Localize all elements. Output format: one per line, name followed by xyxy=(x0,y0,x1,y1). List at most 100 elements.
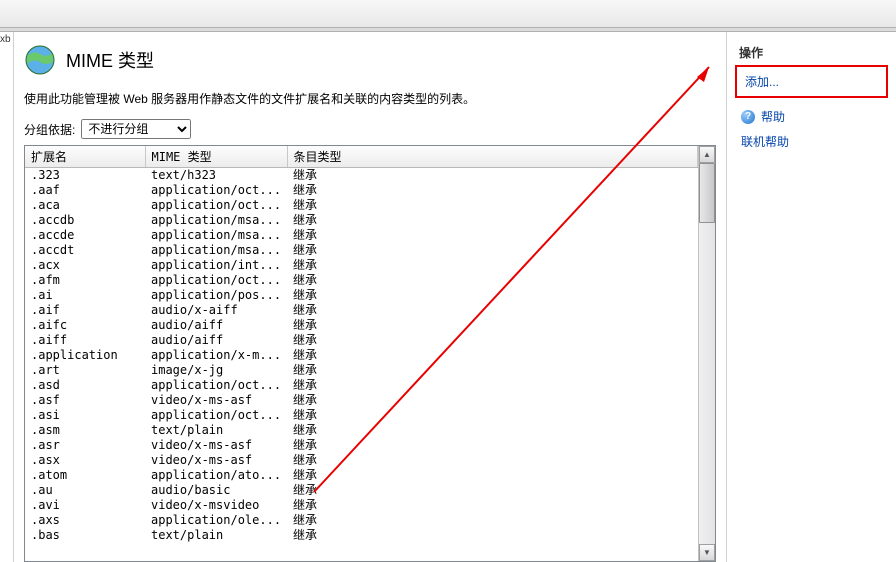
mime-table: 扩展名 MIME 类型 条目类型 .323text/h323继承.aafappl… xyxy=(25,146,698,543)
cell-mime: application/ole... xyxy=(145,513,287,528)
cell-mime: application/pos... xyxy=(145,288,287,303)
cell-mime: application/int... xyxy=(145,258,287,273)
col-extension[interactable]: 扩展名 xyxy=(25,146,145,168)
table-row[interactable]: .artimage/x-jg继承 xyxy=(25,363,698,378)
cell-mime: video/x-msvideo xyxy=(145,498,287,513)
cell-ext: .avi xyxy=(25,498,145,513)
cell-mime: video/x-ms-asf xyxy=(145,453,287,468)
scroll-thumb[interactable] xyxy=(699,163,715,223)
add-action[interactable]: 添加... xyxy=(735,65,888,98)
grouping-select[interactable]: 不进行分组 xyxy=(81,119,191,139)
cell-mime: text/plain xyxy=(145,423,287,438)
cell-entry: 继承 xyxy=(287,303,697,318)
window-topbar xyxy=(0,0,896,28)
cell-ext: .asx xyxy=(25,453,145,468)
table-row[interactable]: .asdapplication/oct...继承 xyxy=(25,378,698,393)
cell-ext: .asf xyxy=(25,393,145,408)
table-row[interactable]: .axsapplication/ole...继承 xyxy=(25,513,698,528)
cell-mime: audio/x-aiff xyxy=(145,303,287,318)
cell-entry: 继承 xyxy=(287,183,697,198)
table-row[interactable]: .asmtext/plain继承 xyxy=(25,423,698,438)
cell-ext: .acx xyxy=(25,258,145,273)
table-row[interactable]: .asiapplication/oct...继承 xyxy=(25,408,698,423)
cell-entry: 继承 xyxy=(287,288,697,303)
table-row[interactable]: .aiapplication/pos...继承 xyxy=(25,288,698,303)
cell-mime: video/x-ms-asf xyxy=(145,393,287,408)
cell-entry: 继承 xyxy=(287,228,697,243)
cell-ext: .asm xyxy=(25,423,145,438)
table-row[interactable]: .acxapplication/int...继承 xyxy=(25,258,698,273)
cell-entry: 继承 xyxy=(287,348,697,363)
table-row[interactable]: .asxvideo/x-ms-asf继承 xyxy=(25,453,698,468)
actions-title: 操作 xyxy=(735,42,888,63)
cell-ext: .application xyxy=(25,348,145,363)
cell-ext: .aif xyxy=(25,303,145,318)
col-mime[interactable]: MIME 类型 xyxy=(145,146,287,168)
cell-mime: application/oct... xyxy=(145,273,287,288)
cell-mime: application/oct... xyxy=(145,198,287,213)
table-row[interactable]: .afmapplication/oct...继承 xyxy=(25,273,698,288)
table-row[interactable]: .asfvideo/x-ms-asf继承 xyxy=(25,393,698,408)
cell-mime: application/ato... xyxy=(145,468,287,483)
table-row[interactable]: .aifcaudio/aiff继承 xyxy=(25,318,698,333)
cell-mime: application/msa... xyxy=(145,213,287,228)
table-row[interactable]: .accdeapplication/msa...继承 xyxy=(25,228,698,243)
cell-mime: application/oct... xyxy=(145,378,287,393)
table-row[interactable]: .aifaudio/x-aiff继承 xyxy=(25,303,698,318)
cell-entry: 继承 xyxy=(287,213,697,228)
cell-entry: 继承 xyxy=(287,333,697,348)
scroll-track[interactable] xyxy=(699,223,715,544)
cell-mime: video/x-ms-asf xyxy=(145,438,287,453)
page-title: MIME 类型 xyxy=(66,47,154,73)
cell-entry: 继承 xyxy=(287,483,697,498)
table-row[interactable]: .atomapplication/ato...继承 xyxy=(25,468,698,483)
cell-ext: .aca xyxy=(25,198,145,213)
cell-ext: .asi xyxy=(25,408,145,423)
cell-ext: .afm xyxy=(25,273,145,288)
cell-mime: application/oct... xyxy=(145,408,287,423)
cell-mime: text/plain xyxy=(145,528,287,543)
cell-entry: 继承 xyxy=(287,198,697,213)
table-row[interactable]: .acaapplication/oct...继承 xyxy=(25,198,698,213)
table-row[interactable]: .aiffaudio/aiff继承 xyxy=(25,333,698,348)
main-pane: MIME 类型 使用此功能管理被 Web 服务器用作静态文件的文件扩展名和关联的… xyxy=(14,32,726,562)
table-row[interactable]: .auaudio/basic继承 xyxy=(25,483,698,498)
table-row[interactable]: .avivideo/x-msvideo继承 xyxy=(25,498,698,513)
cell-mime: audio/aiff xyxy=(145,333,287,348)
table-row[interactable]: .accdtapplication/msa...继承 xyxy=(25,243,698,258)
cell-ext: .asd xyxy=(25,378,145,393)
cell-ext: .accdb xyxy=(25,213,145,228)
cell-ext: .atom xyxy=(25,468,145,483)
scroll-up-icon[interactable]: ▲ xyxy=(699,146,715,163)
table-row[interactable]: .asrvideo/x-ms-asf继承 xyxy=(25,438,698,453)
scroll-down-icon[interactable]: ▼ xyxy=(699,544,715,561)
cell-mime: text/h323 xyxy=(145,168,287,184)
cell-ext: .art xyxy=(25,363,145,378)
cell-entry: 继承 xyxy=(287,363,697,378)
mime-table-container: 扩展名 MIME 类型 条目类型 .323text/h323继承.aafappl… xyxy=(24,145,716,562)
table-row[interactable]: .aafapplication/oct...继承 xyxy=(25,183,698,198)
cell-entry: 继承 xyxy=(287,393,697,408)
cell-mime: application/oct... xyxy=(145,183,287,198)
cell-entry: 继承 xyxy=(287,318,697,333)
page-description: 使用此功能管理被 Web 服务器用作静态文件的文件扩展名和关联的内容类型的列表。 xyxy=(24,90,716,107)
table-row[interactable]: .323text/h323继承 xyxy=(25,168,698,184)
cell-mime: application/x-m... xyxy=(145,348,287,363)
cell-ext: .ai xyxy=(25,288,145,303)
help-label: 帮助 xyxy=(761,108,785,125)
online-help-link[interactable]: 联机帮助 xyxy=(735,129,888,154)
col-entry-type[interactable]: 条目类型 xyxy=(287,146,697,168)
grouping-label: 分组依据: xyxy=(24,121,75,138)
actions-pane: 操作 添加... ? 帮助 联机帮助 xyxy=(726,32,896,562)
table-row[interactable]: .bastext/plain继承 xyxy=(25,528,698,543)
cell-entry: 继承 xyxy=(287,258,697,273)
table-row[interactable]: .accdbapplication/msa...继承 xyxy=(25,213,698,228)
cell-ext: .accdt xyxy=(25,243,145,258)
cell-entry: 继承 xyxy=(287,378,697,393)
vertical-scrollbar[interactable]: ▲ ▼ xyxy=(698,146,715,561)
cell-mime: application/msa... xyxy=(145,228,287,243)
table-row[interactable]: .applicationapplication/x-m...继承 xyxy=(25,348,698,363)
cell-mime: application/msa... xyxy=(145,243,287,258)
cell-entry: 继承 xyxy=(287,168,697,184)
help-link[interactable]: ? 帮助 xyxy=(735,104,888,129)
